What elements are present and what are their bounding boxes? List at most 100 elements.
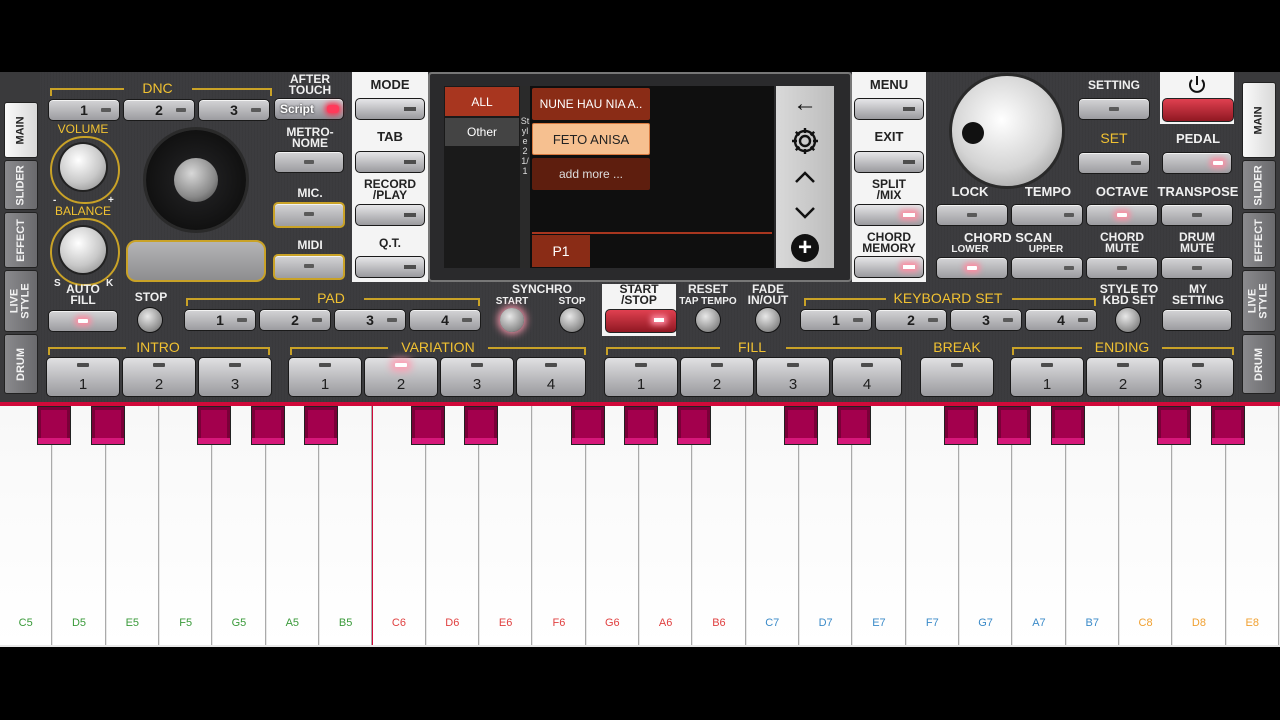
black-key[interactable] xyxy=(623,406,658,445)
black-key[interactable] xyxy=(677,406,712,445)
intro-button-3[interactable]: 3 xyxy=(198,357,272,397)
drum-mute-button[interactable] xyxy=(1161,257,1233,279)
black-key[interactable] xyxy=(410,406,445,445)
fill-button-3[interactable]: 3 xyxy=(756,357,830,397)
side-tab-drum-right[interactable]: DRUM xyxy=(1242,334,1276,394)
black-key[interactable] xyxy=(197,406,232,445)
synchro-start-knob[interactable] xyxy=(500,308,524,332)
synchro-stop-knob[interactable] xyxy=(560,308,584,332)
page-tab-p1[interactable]: P1 xyxy=(532,235,590,267)
intro-button-1[interactable]: 1 xyxy=(46,357,120,397)
reset-knob[interactable] xyxy=(696,308,720,332)
style-item[interactable]: NUNE HAU NIA A.. xyxy=(532,88,650,120)
fill-button-4[interactable]: 4 xyxy=(832,357,902,397)
tab-button[interactable] xyxy=(355,151,425,173)
side-tab-drum-left[interactable]: DRUM xyxy=(4,334,38,394)
set-button[interactable] xyxy=(1078,152,1150,174)
fill-button-2[interactable]: 2 xyxy=(680,357,754,397)
chord-scan-upper-button[interactable] xyxy=(1011,257,1083,279)
ending-button-3[interactable]: 3 xyxy=(1162,357,1234,397)
side-tab-main-left[interactable]: MAIN xyxy=(4,102,38,158)
keyboard-set-button-2[interactable]: 2 xyxy=(875,309,947,331)
qt-button[interactable] xyxy=(355,256,425,278)
mic-button[interactable] xyxy=(273,202,345,228)
black-key[interactable] xyxy=(943,406,978,445)
exit-button[interactable] xyxy=(854,151,924,173)
split-mix-button[interactable] xyxy=(854,204,924,226)
script-button[interactable]: Script xyxy=(274,98,344,120)
dnc-button-3[interactable]: 3 xyxy=(198,99,270,121)
volume-knob[interactable] xyxy=(60,144,106,190)
black-key[interactable] xyxy=(1050,406,1085,445)
side-tab-slider-left[interactable]: SLIDER xyxy=(4,160,38,210)
variation-button-3[interactable]: 3 xyxy=(440,357,514,397)
stop-knob[interactable] xyxy=(138,308,162,332)
side-tab-effect-left[interactable]: EFFECT xyxy=(4,212,38,268)
variation-button-2[interactable]: 2 xyxy=(364,357,438,397)
octave-button[interactable] xyxy=(1086,204,1158,226)
side-tab-slider-right[interactable]: SLIDER xyxy=(1242,160,1276,210)
lock-button[interactable] xyxy=(936,204,1008,226)
transpose-button[interactable] xyxy=(1161,204,1233,226)
category-all[interactable]: ALL xyxy=(445,87,519,116)
black-key[interactable] xyxy=(1157,406,1192,445)
setting-button[interactable] xyxy=(1078,98,1150,120)
joystick-handle[interactable] xyxy=(174,158,218,202)
plus-icon[interactable]: + xyxy=(791,234,819,262)
pad-button-4[interactable]: 4 xyxy=(409,309,481,331)
chord-memory-button[interactable] xyxy=(854,256,924,278)
auto-fill-button[interactable] xyxy=(48,310,118,332)
chord-scan-lower-button[interactable] xyxy=(936,257,1008,279)
side-tab-live-style-right[interactable]: LIVE STYLE xyxy=(1242,270,1276,332)
dnc-button-2[interactable]: 2 xyxy=(123,99,195,121)
power-icon[interactable] xyxy=(1186,74,1208,96)
black-key[interactable] xyxy=(90,406,125,445)
chevron-up-icon[interactable] xyxy=(792,166,818,188)
record-play-button[interactable] xyxy=(355,204,425,226)
ending-button-2[interactable]: 2 xyxy=(1086,357,1160,397)
side-tab-live-style-left[interactable]: LIVE STYLE xyxy=(4,270,38,332)
keyboard-set-button-4[interactable]: 4 xyxy=(1025,309,1097,331)
fill-button-1[interactable]: 1 xyxy=(604,357,678,397)
my-setting-button[interactable] xyxy=(1162,309,1232,331)
dnc-button-1[interactable]: 1 xyxy=(48,99,120,121)
category-other[interactable]: Other xyxy=(445,118,519,146)
power-button[interactable] xyxy=(1162,98,1234,122)
intro-button-2[interactable]: 2 xyxy=(122,357,196,397)
variation-button-4[interactable]: 4 xyxy=(516,357,586,397)
ending-button-1[interactable]: 1 xyxy=(1010,357,1084,397)
balance-knob[interactable] xyxy=(60,227,106,273)
tempo-button[interactable] xyxy=(1011,204,1083,226)
black-key[interactable] xyxy=(1210,406,1245,445)
pedal-button[interactable] xyxy=(1162,152,1232,174)
mode-button[interactable] xyxy=(355,98,425,120)
keyboard-set-button-1[interactable]: 1 xyxy=(800,309,872,331)
pad-button-1[interactable]: 1 xyxy=(184,309,256,331)
black-key[interactable] xyxy=(303,406,338,445)
back-arrow-icon[interactable]: ← xyxy=(790,90,820,118)
break-button[interactable] xyxy=(920,357,994,397)
style-to-kbd-knob[interactable] xyxy=(1116,308,1140,332)
chevron-down-icon[interactable] xyxy=(792,202,818,224)
black-key[interactable] xyxy=(463,406,498,445)
black-key[interactable] xyxy=(250,406,285,445)
pad-button-2[interactable]: 2 xyxy=(259,309,331,331)
black-key[interactable] xyxy=(997,406,1032,445)
pad-button-3[interactable]: 3 xyxy=(334,309,406,331)
start-stop-button[interactable] xyxy=(605,309,677,333)
black-key[interactable] xyxy=(570,406,605,445)
keyboard-set-button-3[interactable]: 3 xyxy=(950,309,1022,331)
gear-icon[interactable] xyxy=(788,124,822,158)
display-strip[interactable] xyxy=(126,240,266,282)
chord-mute-button[interactable] xyxy=(1086,257,1158,279)
menu-button[interactable] xyxy=(854,98,924,120)
black-key[interactable] xyxy=(783,406,818,445)
fade-knob[interactable] xyxy=(756,308,780,332)
midi-button[interactable] xyxy=(273,254,345,280)
add-more-item[interactable]: add more ... xyxy=(532,158,650,190)
black-key[interactable] xyxy=(837,406,872,445)
variation-button-1[interactable]: 1 xyxy=(288,357,362,397)
style-item-selected[interactable]: FETO ANISA xyxy=(532,123,650,155)
black-key[interactable] xyxy=(37,406,72,445)
metronome-button[interactable] xyxy=(274,151,344,173)
